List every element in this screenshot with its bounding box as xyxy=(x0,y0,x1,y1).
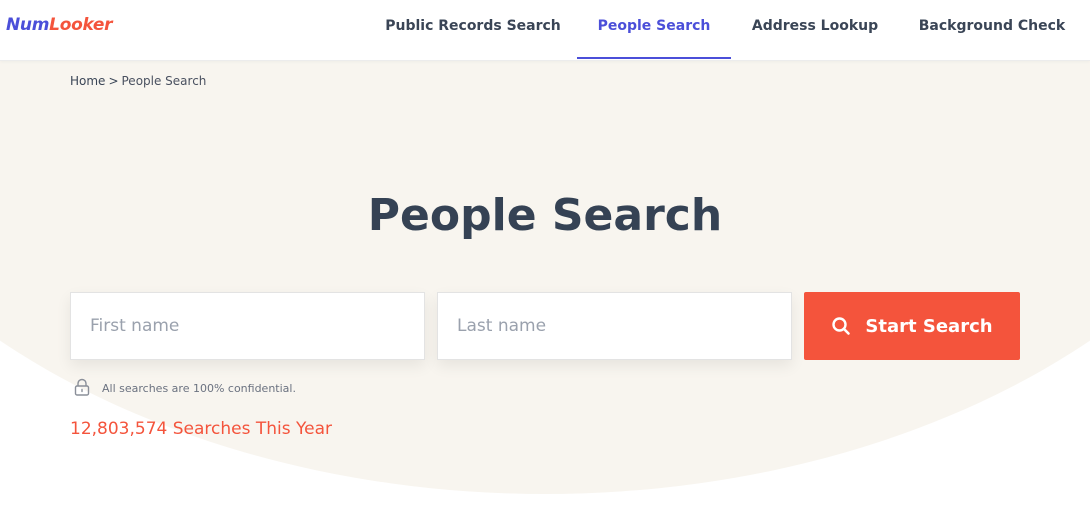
first-name-input[interactable] xyxy=(70,292,425,360)
start-search-label: Start Search xyxy=(865,315,993,337)
breadcrumb: Home > People Search xyxy=(70,74,206,88)
nav-address-lookup[interactable]: Address Lookup xyxy=(742,0,888,59)
nav-background-check[interactable]: Background Check xyxy=(906,0,1078,59)
breadcrumb-home-link[interactable]: Home xyxy=(70,74,105,88)
breadcrumb-separator: > xyxy=(108,74,119,88)
lock-icon xyxy=(74,378,90,399)
nav-public-records-search[interactable]: Public Records Search xyxy=(378,0,568,59)
searches-counter: 12,803,574 Searches This Year xyxy=(70,419,332,439)
breadcrumb-current: People Search xyxy=(121,74,207,88)
confidential-text: All searches are 100% confidential. xyxy=(102,382,296,395)
page: NumLooker Public Records Search People S… xyxy=(0,0,1090,506)
start-search-button[interactable]: Start Search xyxy=(804,292,1020,360)
logo-text-looker: Looker xyxy=(49,15,113,35)
confidential-note: All searches are 100% confidential. xyxy=(74,378,296,399)
search-icon xyxy=(831,316,851,336)
numlooker-logo[interactable]: NumLooker xyxy=(6,15,112,35)
page-title: People Search xyxy=(367,190,723,241)
top-nav-bar: NumLooker Public Records Search People S… xyxy=(0,0,1090,61)
last-name-input[interactable] xyxy=(437,292,792,360)
nav-people-search[interactable]: People Search xyxy=(577,0,731,59)
logo-text-num: Num xyxy=(6,15,50,35)
